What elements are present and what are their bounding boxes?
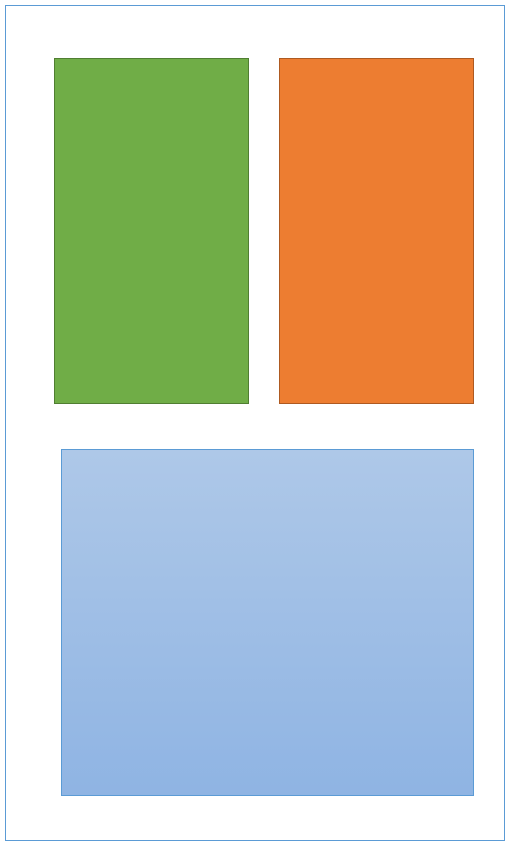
green-rectangle — [54, 58, 249, 404]
diagram-canvas — [0, 0, 511, 849]
blue-rectangle — [61, 449, 474, 796]
orange-rectangle — [279, 58, 474, 404]
